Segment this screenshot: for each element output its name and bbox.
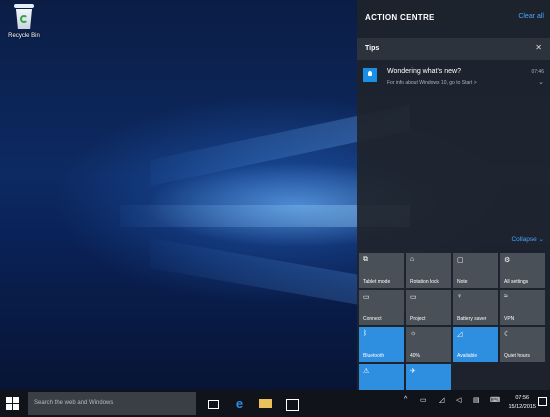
show-hidden-icons-icon[interactable]: ^ — [404, 396, 407, 403]
notification-item[interactable]: Wondering what's new? For info about Win… — [357, 62, 550, 92]
quick-action-label: All settings — [504, 279, 529, 285]
notification-body: For info about Windows 10, go to Start > — [387, 80, 477, 86]
quick-action-icon: ⧉ — [363, 256, 368, 263]
clear-all-link[interactable]: Clear all — [518, 13, 544, 20]
action-centre-header: ACTION CENTRE Clear all — [357, 0, 550, 36]
action-centre-panel: ACTION CENTRE Clear all Tips ✕ Wondering… — [357, 0, 550, 399]
recycle-bin-label: Recycle Bin — [8, 33, 40, 39]
quick-action-label: Battery saver — [457, 316, 487, 322]
lightbulb-icon — [363, 68, 377, 82]
quick-action-label: Note — [457, 279, 468, 285]
quick-action-label: Quiet hours — [504, 353, 530, 359]
recycle-bin-shortcut[interactable]: Recycle Bin — [4, 4, 44, 39]
quick-action-label: Available — [457, 353, 478, 359]
quick-action-label: Bluetooth — [363, 353, 385, 359]
quick-action-icon: ᛒ — [363, 330, 368, 337]
keyboard-icon[interactable]: ⌨ — [490, 396, 500, 404]
clock-time: 07:56 — [515, 395, 530, 401]
quick-action-icon: ⌂ — [410, 256, 415, 263]
quick-action-label: Project — [410, 316, 426, 322]
quick-action-tile[interactable]: ▭ Project — [406, 290, 451, 325]
task-view-icon[interactable] — [205, 396, 220, 411]
quick-action-label: 40% — [410, 353, 421, 359]
quick-action-icon: ≈ — [504, 293, 508, 300]
quick-action-icon: ✈ — [410, 368, 416, 375]
notification-time: 07:46 — [531, 69, 544, 75]
quick-action-icon: ♀ — [457, 293, 463, 300]
network-icon[interactable]: ◿ — [439, 396, 444, 404]
quick-action-tile[interactable]: ▢ Note — [453, 253, 498, 288]
quick-action-tile[interactable]: ⚙ All settings — [500, 253, 545, 288]
quick-action-tile[interactable]: ☾ Quiet hours — [500, 327, 545, 362]
action-centre-title: ACTION CENTRE — [365, 13, 435, 22]
close-icon[interactable]: ✕ — [535, 43, 542, 52]
tips-group-title: Tips — [365, 45, 380, 52]
quick-action-icon: ☾ — [504, 331, 511, 338]
quick-action-icon: ⚠ — [363, 368, 370, 375]
notification-heading: Wondering what's new? — [387, 68, 461, 75]
battery-icon[interactable]: ▭ — [420, 396, 427, 404]
recycle-bin-icon — [13, 4, 35, 30]
quick-action-label: Tablet mode — [363, 279, 391, 285]
quick-action-tile[interactable]: ◿ Available — [453, 327, 498, 362]
file-explorer-icon[interactable] — [258, 396, 273, 411]
store-icon[interactable] — [284, 396, 299, 411]
quick-action-icon: ▭ — [363, 294, 370, 301]
quick-action-label: Connect — [363, 316, 382, 322]
quick-action-tile[interactable]: ᛒ Bluetooth — [359, 327, 404, 362]
quick-action-icon: ⚙ — [504, 257, 511, 264]
taskbar: Search the web and Windows e ^ ▭ ◿ ◁ ▤ ⌨… — [0, 390, 550, 417]
quick-action-tile[interactable]: ☼ 40% — [406, 327, 451, 362]
quick-action-label: Rotation lock — [410, 279, 439, 285]
clock[interactable]: 07:56 15/12/2015 — [508, 394, 536, 412]
action-centre-icon[interactable] — [538, 397, 547, 406]
quick-action-tile[interactable]: ♀ Battery saver — [453, 290, 498, 325]
search-placeholder: Search the web and Windows — [34, 400, 114, 406]
clock-date: 15/12/2015 — [508, 404, 536, 410]
expand-chevron-icon[interactable]: ⌄ — [538, 78, 544, 86]
quick-action-icon: ▢ — [457, 257, 464, 264]
quick-action-tile[interactable]: ⧉ Tablet mode — [359, 253, 404, 288]
message-icon[interactable]: ▤ — [473, 396, 480, 404]
quick-action-label: VPN — [504, 316, 515, 322]
quick-action-icon: ▭ — [410, 294, 417, 301]
start-button[interactable] — [6, 397, 19, 410]
quick-action-tile[interactable]: ▭ Connect — [359, 290, 404, 325]
edge-browser-icon[interactable]: e — [232, 396, 247, 411]
tips-group-header: Tips ✕ — [357, 38, 550, 60]
collapse-link[interactable]: Collapse ⌄ — [511, 235, 544, 243]
quick-action-icon: ☼ — [410, 330, 417, 337]
quick-action-tile[interactable]: ⌂ Rotation lock — [406, 253, 451, 288]
quick-action-icon: ◿ — [457, 331, 463, 338]
quick-action-tile[interactable]: ≈ VPN — [500, 290, 545, 325]
volume-icon[interactable]: ◁ — [456, 396, 461, 404]
search-box[interactable]: Search the web and Windows — [28, 392, 196, 415]
